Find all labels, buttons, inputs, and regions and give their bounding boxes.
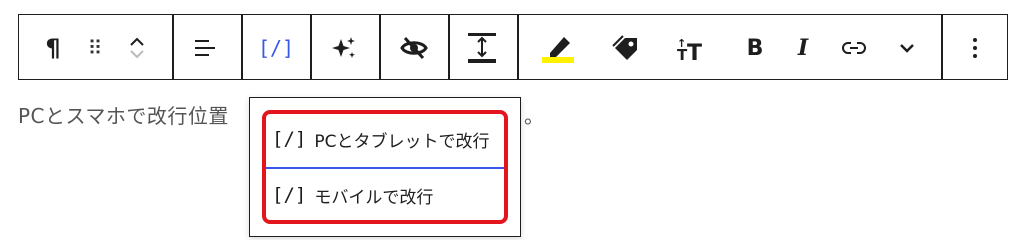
bracket-slash-icon: [/] [272, 128, 307, 150]
separator [241, 15, 243, 79]
align-left-icon [195, 40, 215, 56]
separator [941, 15, 943, 79]
responsive-br-button[interactable]: [/] [256, 28, 296, 68]
bold-icon: B [746, 35, 764, 61]
chevron-down-icon [900, 44, 914, 53]
bold-button[interactable]: B [735, 28, 775, 68]
separator [310, 15, 312, 79]
highlighter-icon [542, 37, 574, 63]
paragraph-text-after: 。 [524, 104, 545, 128]
separator [448, 15, 450, 79]
font-size-icon: ↑ T T [677, 37, 702, 63]
more-vertical-icon [973, 38, 977, 58]
paragraph-text[interactable]: PCとスマホで改行位置 。 [18, 100, 544, 129]
menu-item-label: PCとタブレットで改行 [314, 131, 490, 152]
eye-off-icon [400, 36, 428, 60]
chevron-down-icon[interactable] [128, 48, 146, 60]
link-button[interactable] [834, 28, 874, 68]
chevron-up-icon[interactable] [128, 36, 146, 48]
highlighter-button[interactable] [538, 28, 578, 68]
spacing-button[interactable] [462, 28, 502, 68]
menu-item-pc-tablet-break[interactable]: [/] PCとタブレットで改行 [262, 113, 508, 165]
move-up-down[interactable] [117, 28, 157, 68]
svg-text:T: T [687, 41, 702, 63]
link-icon [842, 42, 866, 54]
bracket-slash-icon: [/] [272, 184, 307, 206]
separator [379, 15, 381, 79]
tag-icon [612, 35, 637, 60]
drag-handle[interactable]: ⠿ [75, 28, 115, 68]
options-menu-button[interactable] [955, 28, 995, 68]
separator [172, 15, 174, 79]
menu-item-label: モバイルで改行 [314, 187, 434, 208]
align-button[interactable] [185, 28, 225, 68]
ai-button[interactable] [324, 28, 364, 68]
visibility-button[interactable] [394, 28, 434, 68]
block-toolbar: ¶ ⠿ [/] ↑ T T B I [18, 14, 1008, 80]
drag-handle-icon: ⠿ [87, 36, 103, 60]
separator [517, 15, 519, 79]
italic-icon: I [797, 35, 809, 61]
italic-button[interactable]: I [783, 28, 823, 68]
bracket-slash-icon: [/] [257, 36, 295, 60]
paragraph-block-button[interactable]: ¶ [33, 28, 73, 68]
font-size-button[interactable]: ↑ T T [671, 28, 711, 68]
paragraph-text-before: PCとスマホで改行位置 [18, 104, 229, 128]
paragraph-icon: ¶ [45, 34, 61, 62]
sparkle-icon [332, 37, 355, 58]
tag-button[interactable] [606, 28, 646, 68]
menu-item-mobile-break[interactable]: [/] モバイルで改行 [262, 169, 508, 221]
more-options-button[interactable] [887, 28, 927, 68]
vertical-spacing-icon [468, 33, 496, 63]
